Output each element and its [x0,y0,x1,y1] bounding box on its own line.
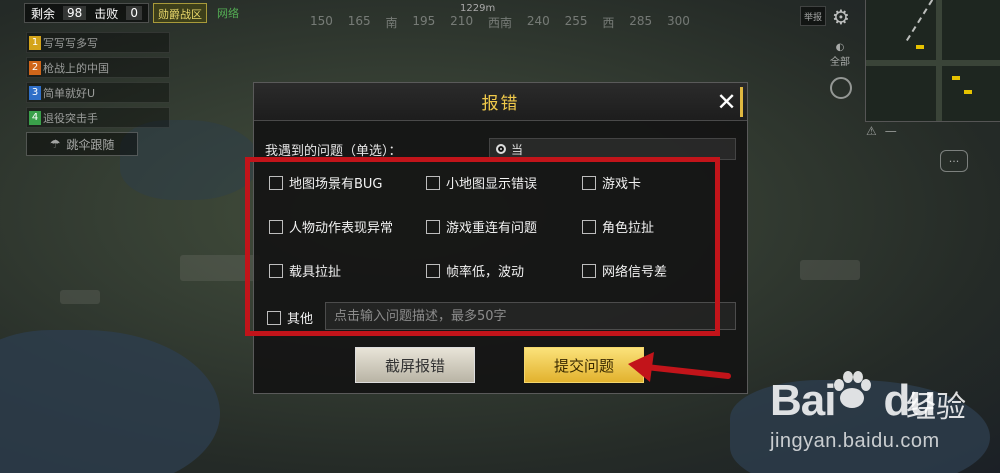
parachute-follow-button[interactable]: ☂ 跳伞跟随 [26,132,138,156]
option-label: 游戏重连有问题 [446,221,538,236]
compass-tick: 150 [310,14,333,28]
watermark-brand-left: Bai [770,376,836,425]
team-member[interactable]: 3 简单就好U [26,82,170,103]
remaining-label: 剩余 [31,6,56,21]
map-divider: — [884,124,897,138]
member-number: 2 [29,60,41,75]
compass-tick: 西 [602,16,615,30]
compass-tick: 255 [564,14,588,28]
option-game-lag[interactable]: 游戏卡 [582,173,641,192]
option-character-animation[interactable]: 人物动作表现异常 [269,217,393,236]
option-label: 游戏卡 [602,177,642,192]
radio-label: 当 [511,142,524,157]
watermark-brand-cn: 经验 [906,390,966,425]
checkbox[interactable] [582,263,596,278]
team-member[interactable]: 2 枪战上的中国 [26,57,170,78]
compass-tick: 285 [629,14,653,28]
checkbox[interactable] [582,219,596,234]
screenshot-report-button[interactable]: 截屏报错 [355,347,475,383]
map-marker [916,45,924,49]
option-low-framerate[interactable]: 帧率低，波动 [426,261,524,280]
warning-icon[interactable]: ⚠ [866,124,877,138]
member-name: 退役突击手 [43,111,98,125]
member-name: 简单就好U [43,86,96,100]
flight-path [906,0,956,42]
compass-tick: 南 [385,16,398,30]
member-name: 写写写多写 [43,36,98,50]
baidu-watermark: Bai du 经验 jingyan.baidu.com [760,368,995,468]
team-list: 1 写写写多写 2 枪战上的中国 3 简单就好U 4 退役突击手 ☂ 跳伞跟随 [26,32,170,156]
option-label: 人物动作表现异常 [289,221,394,236]
option-label: 地图场景有BUG [289,177,383,192]
member-number: 4 [29,110,41,125]
compass-tick: 300 [666,14,690,28]
checkbox[interactable] [269,263,283,278]
option-label: 帧率低，波动 [446,265,525,280]
member-name: 枪战上的中国 [43,61,109,75]
voice-all-label: 全部 [830,57,850,68]
minimap-toolbar: ⚠ — [866,124,897,138]
remaining-counter: 剩余 98 击败 0 [24,3,149,23]
checkbox[interactable] [269,175,283,190]
option-label: 角色拉扯 [602,221,655,236]
option-weak-signal[interactable]: 网络信号差 [582,261,667,280]
compass-tick: 210 [450,14,474,28]
minimap[interactable] [865,0,1000,122]
remaining-value: 98 [63,6,87,20]
compass-bar: 1229m 150 165 南 195 210 西南 240 255 西 285… [300,0,700,30]
option-character-rubberband[interactable]: 角色拉扯 [582,217,654,236]
problem-prompt: 我遇到的问题（单选）： [265,144,402,159]
option-minimap-error[interactable]: 小地图显示错误 [426,173,537,192]
follow-label: 跳伞跟随 [66,137,115,152]
map-marker [964,90,972,94]
compass-tick: 195 [412,14,436,28]
network-indicator: 网络 [216,7,239,20]
match-tag: 勋爵战区 [152,3,207,23]
compass-distance: 1229m [460,3,496,14]
team-member[interactable]: 1 写写写多写 [26,32,170,53]
speaker-icon: ◐ [835,42,845,53]
checkbox[interactable] [267,310,281,325]
option-label: 载具拉扯 [289,265,342,280]
paw-icon [834,371,871,408]
option-label: 小地图显示错误 [446,177,538,192]
parachute-icon: ☂ [49,137,61,151]
option-other[interactable]: 其他 [267,308,313,327]
team-member[interactable]: 4 退役突击手 [26,107,170,128]
gear-icon[interactable]: ⚙ [832,5,850,29]
dialog-title: 报错 [481,94,520,114]
compass-ticks: 150 165 南 195 210 西南 240 255 西 285 300 [300,14,700,31]
watermark-url: jingyan.baidu.com [770,430,940,452]
checkbox[interactable] [426,175,440,190]
option-label: 网络信号差 [602,265,668,280]
checkbox[interactable] [582,175,596,190]
pointer-arrow-icon [628,352,731,382]
option-vehicle-rubberband[interactable]: 载具拉扯 [269,261,341,280]
option-reconnect-issue[interactable]: 游戏重连有问题 [426,217,537,236]
option-map-scene-bug[interactable]: 地图场景有BUG [269,173,383,192]
member-number: 3 [29,85,41,100]
voice-all-toggle[interactable]: ◐ 全部 [828,42,852,68]
checkbox[interactable] [269,219,283,234]
compass-tick: 西南 [487,16,512,30]
checkbox[interactable] [426,219,440,234]
radio-icon [496,144,506,154]
compass-tick: 165 [347,14,371,28]
chat-icon[interactable]: ··· [940,150,968,172]
map-marker [952,76,960,80]
option-label: 其他 [287,312,314,327]
report-button[interactable]: 举报 [800,6,826,26]
mic-toggle-icon[interactable] [830,77,852,99]
member-number: 1 [29,35,41,50]
close-icon[interactable]: ✕ [713,87,743,117]
checkbox[interactable] [426,263,440,278]
kills-label: 击败 [94,6,119,21]
report-error-dialog: 报错 ✕ 我遇到的问题（单选）： 当 地图场景有BUG 小地图显示错误 游戏卡 … [253,82,748,394]
kills-value: 0 [126,6,142,20]
problem-type-radio[interactable]: 当 [489,138,736,160]
match-stats: 剩余 98 击败 0 勋爵战区 网络 [24,3,239,23]
compass-tick: 240 [526,14,550,28]
dialog-header: 报错 ✕ [254,83,747,121]
other-description-input[interactable] [325,302,736,330]
